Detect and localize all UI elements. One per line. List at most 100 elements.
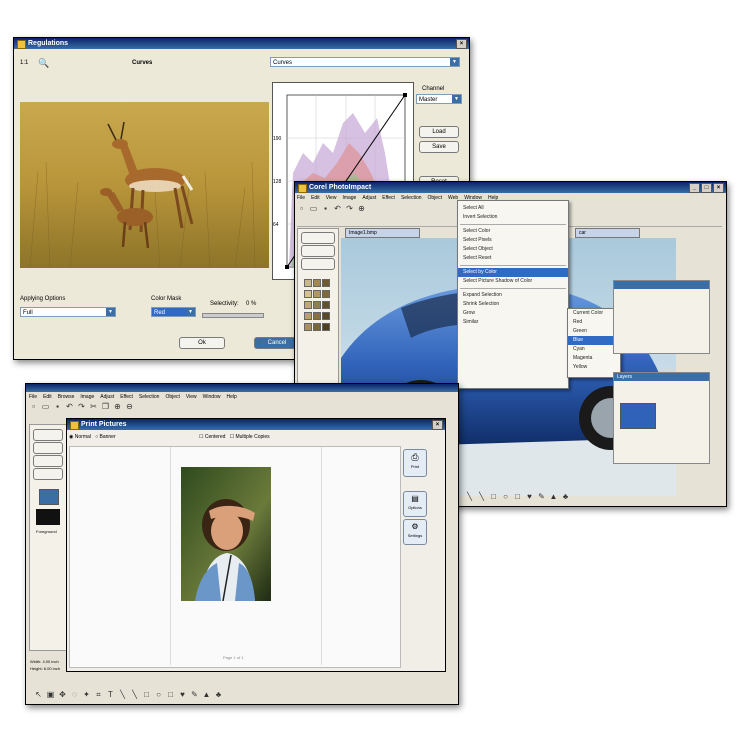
menu-item[interactable]: Image (80, 393, 94, 401)
open-icon[interactable]: ▭ (41, 402, 50, 411)
close-icon[interactable]: × (456, 39, 467, 49)
redo-icon[interactable]: ↷ (77, 402, 86, 411)
swatch[interactable] (322, 279, 330, 287)
info-panel-header[interactable] (614, 281, 709, 289)
crop-icon[interactable]: ⌗ (94, 690, 103, 699)
zoom-icon[interactable]: ⊖ (125, 402, 134, 411)
menu-item[interactable]: File (29, 393, 37, 401)
menu-grow[interactable]: Grow (458, 309, 568, 318)
options-button[interactable]: ▤ Options (403, 491, 427, 517)
editor-titlebar[interactable]: Corel PhotoImpact _ □ × (295, 182, 726, 193)
line-icon[interactable]: ╲ (477, 492, 486, 501)
menu-item[interactable]: Effect (382, 194, 395, 203)
menu-item[interactable]: View (186, 393, 197, 401)
copy-icon[interactable]: ❐ (101, 402, 110, 411)
menu-item[interactable]: Browse (58, 393, 75, 401)
swatch[interactable] (304, 301, 312, 309)
cut-icon[interactable]: ✂ (89, 402, 98, 411)
radio-normal[interactable]: ◉ Normal (69, 434, 91, 440)
stamp-icon[interactable]: ♣ (561, 492, 570, 501)
swatch[interactable] (304, 279, 312, 287)
left-panel-button-1[interactable] (33, 429, 63, 441)
menu-select-picture-shadow[interactable]: Select Picture Shadow of Color (458, 277, 568, 286)
brush-icon[interactable]: ✎ (537, 492, 546, 501)
brush-icon[interactable]: ✎ (190, 690, 199, 699)
menu-item[interactable]: Adjust (100, 393, 114, 401)
undo-icon[interactable]: ↶ (333, 204, 342, 213)
line-icon[interactable]: ╲ (118, 690, 127, 699)
heart-icon[interactable]: ♥ (178, 690, 187, 699)
open-icon[interactable]: ▭ (309, 204, 318, 213)
save-icon[interactable]: ▪ (321, 204, 330, 213)
channel-select[interactable]: Master ▼ (416, 94, 462, 104)
layers-panel-header[interactable]: Layers (614, 373, 709, 381)
color-swatches[interactable] (304, 279, 334, 334)
palette-button-3[interactable] (301, 258, 335, 270)
zoom-icon[interactable]: ⊕ (357, 204, 366, 213)
menu-select-color[interactable]: Select Color (458, 227, 568, 236)
fill-icon[interactable]: ▲ (549, 492, 558, 501)
menu-invert-selection[interactable]: Invert Selection (458, 213, 568, 222)
line-icon[interactable]: ╲ (465, 492, 474, 501)
swatch[interactable] (304, 323, 312, 331)
text-icon[interactable]: T (106, 690, 115, 699)
zoom-icon[interactable]: ⊕ (113, 402, 122, 411)
swatch[interactable] (313, 279, 321, 287)
print-button[interactable]: ⎙ Print (403, 449, 427, 477)
left-panel-button-2[interactable] (33, 442, 63, 454)
palette-button-2[interactable] (301, 245, 335, 257)
load-button[interactable]: Load (419, 126, 459, 138)
menu-item[interactable]: Effect (120, 393, 133, 401)
rect-icon[interactable]: □ (489, 492, 498, 501)
close-icon[interactable]: × (432, 420, 443, 430)
menu-item[interactable]: Window (203, 393, 221, 401)
portrait-photo[interactable] (181, 467, 271, 602)
ellipse-icon[interactable]: ○ (501, 492, 510, 501)
menu-item[interactable]: Edit (43, 393, 52, 401)
menu-item[interactable]: Edit (311, 194, 320, 203)
menu-item[interactable]: Adjust (362, 194, 376, 203)
left-panel-button-3[interactable] (33, 455, 63, 467)
ok-button[interactable]: Ok (179, 337, 225, 349)
maximize-icon[interactable]: □ (701, 183, 712, 193)
multiple-copies-checkbox[interactable]: ☐ Multiple Copies (230, 434, 270, 440)
fill-icon[interactable]: ▲ (202, 690, 211, 699)
selectivity-slider[interactable] (202, 313, 264, 318)
foreground-swatch[interactable] (36, 509, 60, 525)
swatch[interactable] (313, 290, 321, 298)
menu-shrink-selection[interactable]: Shrink Selection (458, 300, 568, 309)
menu-select-object[interactable]: Select Object (458, 245, 568, 254)
palette-button-1[interactable] (301, 232, 335, 244)
applying-options-select[interactable]: Full ▼ (20, 307, 116, 317)
menu-item[interactable]: Selection (401, 194, 422, 203)
menu-select-by-color[interactable]: Select by Color (458, 268, 568, 277)
line-icon[interactable]: ╲ (130, 690, 139, 699)
menu-item[interactable]: Object (165, 393, 179, 401)
color-mask-select[interactable]: Red ▼ (151, 307, 196, 317)
save-icon[interactable]: ▪ (53, 402, 62, 411)
swatch[interactable] (322, 290, 330, 298)
menu-item[interactable]: View (326, 194, 337, 203)
swatch[interactable] (322, 323, 330, 331)
left-panel-button-4[interactable] (33, 468, 63, 480)
settings-button[interactable]: ⚙ Settings (403, 519, 427, 545)
magnifier-icon[interactable]: 🔍 (38, 58, 49, 69)
menu-expand-selection[interactable]: Expand Selection (458, 291, 568, 300)
menu-select-reset[interactable]: Select Reset (458, 254, 568, 263)
swatch[interactable] (322, 301, 330, 309)
curves-dialog-titlebar[interactable]: Regulations × (14, 38, 469, 49)
submenu-yellow[interactable]: Yellow (568, 363, 620, 372)
doc-tab-1[interactable]: Image1.bmp (345, 228, 420, 238)
layer-thumbnail[interactable] (620, 403, 656, 429)
menu-item[interactable]: File (297, 194, 305, 203)
swatch[interactable] (322, 312, 330, 320)
move-icon[interactable]: ✥ (58, 690, 67, 699)
doc-tab-2[interactable]: car (575, 228, 640, 238)
thumbnail[interactable] (39, 489, 59, 505)
new-icon[interactable]: ▫ (297, 204, 306, 213)
centered-checkbox[interactable]: ☐ Centered (199, 434, 225, 440)
rect-icon[interactable]: □ (142, 690, 151, 699)
rect-icon[interactable]: □ (166, 690, 175, 699)
ellipse-icon[interactable]: ○ (154, 690, 163, 699)
menu-item[interactable]: Object (428, 194, 442, 203)
